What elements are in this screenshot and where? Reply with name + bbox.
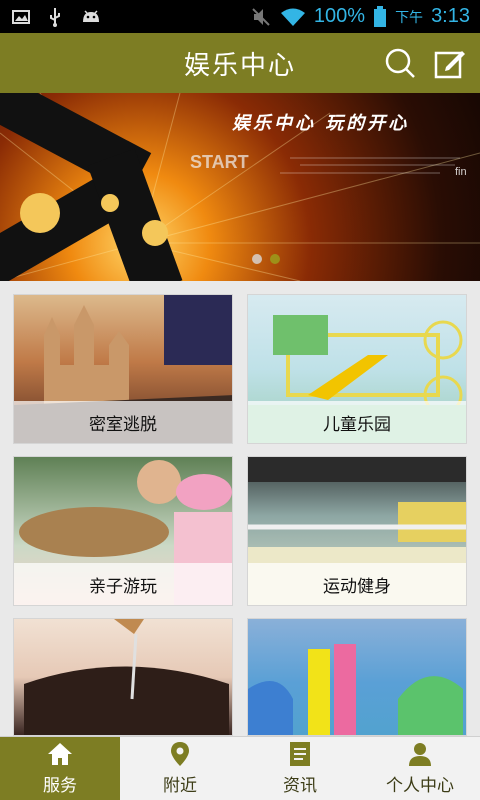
nav-tab-label: 附近 <box>163 776 197 796</box>
category-label: 密室逃脱 <box>14 401 232 443</box>
news-icon <box>290 742 310 766</box>
nav-tab-nearby[interactable]: 附近 <box>120 737 240 800</box>
time-period: 下午 <box>395 9 424 26</box>
nav-tab-label: 个人中心 <box>386 776 454 796</box>
wifi-icon <box>280 8 305 26</box>
person-icon <box>409 743 431 766</box>
clock-time: 3:13 <box>431 5 470 27</box>
category-kids-park[interactable]: 儿童乐园 <box>247 294 467 444</box>
category-fitness[interactable]: 运动健身 <box>247 456 467 606</box>
search-icon[interactable] <box>384 47 416 79</box>
mute-icon <box>252 7 270 26</box>
compose-icon[interactable] <box>434 47 466 79</box>
status-bar: 100% 下午 3:13 <box>0 0 480 33</box>
battery-icon <box>374 5 387 27</box>
category-label: 亲子游玩 <box>14 563 232 605</box>
banner-slogan: 娱乐中心 玩的开心 <box>232 113 410 134</box>
carousel-dot-active[interactable] <box>270 254 280 264</box>
battery-percent: 100% <box>313 5 366 27</box>
svg-text:START: START <box>190 152 249 172</box>
page-title: 娱乐中心 <box>183 50 296 81</box>
category-water-park[interactable] <box>247 618 467 736</box>
nav-tab-label: 资讯 <box>283 776 317 796</box>
nav-tab-services[interactable]: 服务 <box>0 737 120 800</box>
promo-banner[interactable]: START fin 娱乐中心 玩的开心 <box>0 93 480 281</box>
category-family-fun[interactable]: 亲子游玩 <box>13 456 233 606</box>
image-notification-icon <box>12 9 30 24</box>
category-escape-room[interactable]: 密室逃脱 <box>13 294 233 444</box>
carousel-indicator <box>252 254 280 264</box>
category-spa[interactable] <box>13 618 233 736</box>
usb-icon <box>50 7 60 27</box>
nav-tab-label: 服务 <box>43 776 77 796</box>
waterpark-image <box>248 644 463 735</box>
home-icon <box>48 743 72 765</box>
category-grid: 密室逃脱 儿童乐园 亲子游玩 运动健身 <box>0 281 480 736</box>
svg-text:fin: fin <box>455 166 467 178</box>
android-icon <box>83 9 99 22</box>
nav-tab-news[interactable]: 资讯 <box>240 737 360 800</box>
carousel-dot[interactable] <box>252 254 262 264</box>
nav-tab-profile[interactable]: 个人中心 <box>360 737 480 800</box>
category-label: 运动健身 <box>248 563 466 605</box>
app-header: 娱乐中心 <box>0 33 480 93</box>
category-label: 儿童乐园 <box>248 401 466 443</box>
bottom-navigation: 服务 附近 资讯 个人中心 <box>0 736 480 800</box>
spa-image <box>24 619 229 735</box>
location-pin-icon <box>171 742 189 766</box>
